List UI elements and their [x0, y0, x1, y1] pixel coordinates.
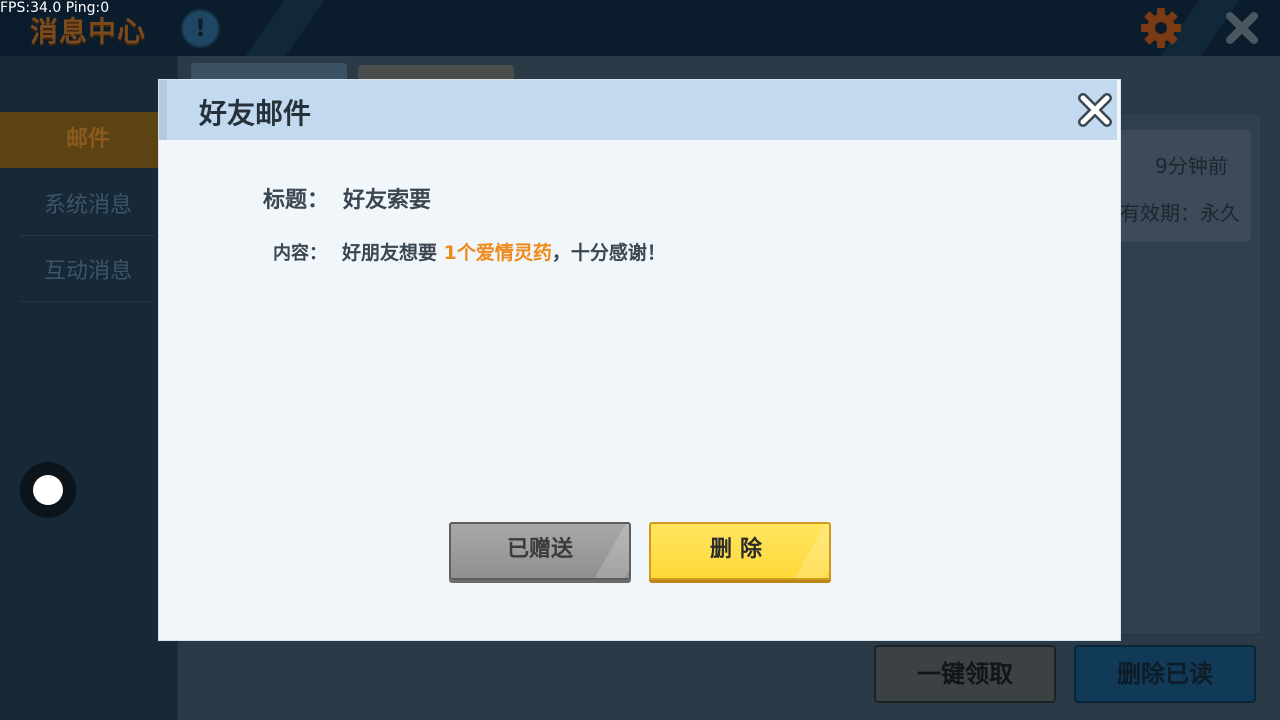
- content-label: 内容：: [273, 243, 327, 264]
- close-icon[interactable]: [1222, 8, 1262, 48]
- dialog-header-edge: [159, 80, 167, 140]
- sidebar-item-mail[interactable]: 邮件: [0, 112, 176, 168]
- content-prefix: 好朋友想要: [342, 242, 438, 264]
- gifted-button-label: 已赠送: [506, 537, 573, 562]
- joystick-handle[interactable]: [33, 475, 63, 505]
- info-icon[interactable]: !: [181, 9, 220, 48]
- delete-read-button[interactable]: 删除已读: [1074, 645, 1256, 703]
- delete-button[interactable]: 删除: [649, 522, 831, 580]
- delete-button-label: 删除: [709, 537, 770, 562]
- subject-label: 标题：: [263, 188, 330, 213]
- gear-icon[interactable]: [1140, 7, 1182, 49]
- sidebar-divider: [20, 301, 155, 302]
- mail-time: 9分钟前: [1155, 154, 1228, 178]
- mail-content: 好朋友想要 1个爱情灵药，十分感谢！: [342, 238, 666, 265]
- fps-readout: FPS:34.0 Ping:0: [0, 0, 110, 16]
- sidebar-item-interaction-messages[interactable]: 互动消息: [0, 244, 176, 300]
- content-suffix: ，十分感谢！: [551, 242, 666, 264]
- mail-expire: 有效期：永久: [1120, 201, 1240, 225]
- sidebar-divider: [20, 235, 155, 236]
- gifted-button[interactable]: 已赠送: [449, 522, 631, 580]
- dialog-header: 好友邮件: [167, 80, 1117, 140]
- button-shine: [792, 524, 829, 578]
- subject-value: 好友索要: [343, 188, 432, 213]
- content-highlight: 1个爱情灵药: [443, 242, 552, 264]
- close-icon[interactable]: [1075, 90, 1115, 130]
- page-title: 消息中心: [30, 15, 147, 48]
- friend-mail-dialog: 好友邮件 标题： 好友索要 内容： 好朋友想要 1个爱情灵药，十分感谢！ 已赠送…: [159, 80, 1120, 640]
- claim-all-button[interactable]: 一键领取: [874, 645, 1056, 703]
- button-shine: [592, 524, 629, 578]
- dialog-title: 好友邮件: [199, 97, 312, 130]
- sidebar-item-system-messages[interactable]: 系统消息: [0, 178, 176, 234]
